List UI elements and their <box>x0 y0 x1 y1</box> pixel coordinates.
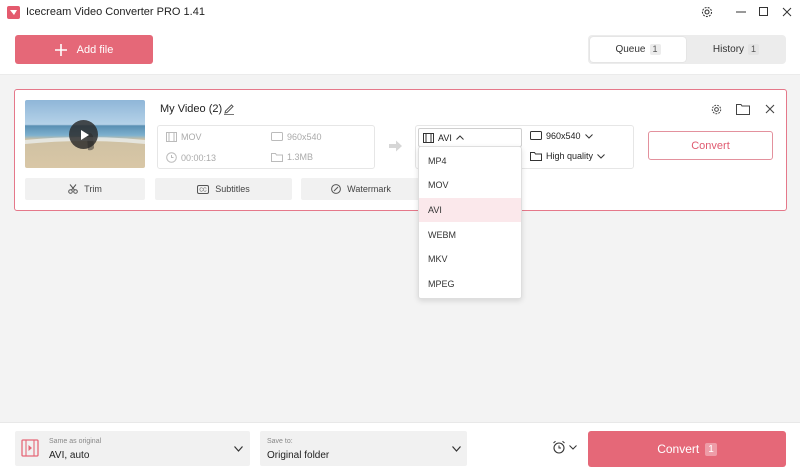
format-option-webm[interactable]: WEBM <box>419 223 521 247</box>
app-logo-icon <box>7 6 20 19</box>
view-tabs: Queue 1 History 1 <box>588 35 786 64</box>
title-bar: Icecream Video Converter PRO 1.41 <box>0 0 800 25</box>
file-card: My Video (2) MOV 960x540 00:00:13 1.3MB … <box>14 89 787 211</box>
scissors-icon <box>68 184 78 194</box>
subtitles-label: Subtitles <box>215 184 250 194</box>
watermark-button[interactable]: Watermark <box>301 178 421 200</box>
close-icon[interactable] <box>762 101 778 117</box>
minimize-icon[interactable] <box>730 3 752 21</box>
format-option-mp4[interactable]: MP4 <box>419 149 521 173</box>
convert-all-label: Convert <box>657 442 700 456</box>
trim-button[interactable]: Trim <box>25 178 145 200</box>
resolution-select[interactable]: 960x540 <box>530 131 593 141</box>
play-icon[interactable] <box>69 120 98 149</box>
subtitles-button[interactable]: CC Subtitles <box>155 178 292 200</box>
toolbar: Add file Queue 1 History 1 <box>0 25 800 75</box>
format-dropdown: MP4 MOV AVI WEBM MKV MPEG <box>418 146 522 299</box>
resolution-value: 960x540 <box>546 131 581 141</box>
source-size: 1.3MB <box>271 152 313 162</box>
film-icon <box>423 132 434 143</box>
quality-value: High quality <box>546 151 594 161</box>
preset-label: Same as original <box>49 438 102 445</box>
close-icon[interactable] <box>776 3 798 21</box>
preset-value: AVI, auto <box>49 450 90 461</box>
tab-history[interactable]: History 1 <box>688 37 784 62</box>
folder-icon <box>271 152 283 162</box>
folder-icon[interactable] <box>735 101 751 117</box>
save-location-select[interactable]: Save to: Original folder <box>260 431 467 466</box>
preset-select[interactable]: Same as original AVI, auto <box>15 431 250 466</box>
tab-history-label: History <box>712 44 745 55</box>
trim-label: Trim <box>84 184 102 194</box>
folder-icon <box>530 151 542 161</box>
clock-icon <box>166 152 177 163</box>
watermark-label: Watermark <box>347 184 391 194</box>
chevron-down-icon <box>452 446 461 452</box>
gear-icon[interactable] <box>696 3 718 21</box>
convert-file-button[interactable]: Convert <box>648 131 773 160</box>
file-name: My Video (2) <box>160 103 223 115</box>
format-option-mpeg[interactable]: MPEG <box>419 272 521 296</box>
pencil-icon[interactable] <box>223 103 235 115</box>
chevron-down-icon <box>584 133 593 139</box>
alarm-icon <box>552 440 566 454</box>
film-icon <box>21 439 39 457</box>
quality-select[interactable]: High quality <box>530 151 605 161</box>
save-value: Original folder <box>267 450 330 461</box>
source-resolution: 960x540 <box>271 132 322 142</box>
format-option-avi[interactable]: AVI <box>419 198 521 222</box>
svg-text:CC: CC <box>200 187 208 193</box>
add-file-button[interactable]: Add file <box>15 35 153 64</box>
subtitles-icon: CC <box>197 184 210 194</box>
chevron-down-icon <box>597 153 605 159</box>
format-select-value: AVI <box>438 132 452 143</box>
schedule-button[interactable] <box>552 440 577 454</box>
plus-icon <box>54 43 67 56</box>
source-info: MOV 960x540 00:00:13 1.3MB <box>157 125 375 169</box>
source-format: MOV <box>166 132 202 142</box>
convert-all-button[interactable]: Convert 1 <box>588 431 786 467</box>
save-label: Save to: <box>267 438 293 445</box>
maximize-icon[interactable] <box>753 3 775 21</box>
chevron-down-icon <box>569 444 577 450</box>
format-option-mov[interactable]: MOV <box>419 173 521 197</box>
add-file-label: Add file <box>76 43 114 56</box>
video-thumbnail[interactable] <box>25 100 145 168</box>
source-duration: 00:00:13 <box>166 152 216 163</box>
arrow-right-icon <box>389 140 403 152</box>
monitor-icon <box>530 131 542 141</box>
chevron-up-icon <box>455 135 464 140</box>
watermark-icon <box>331 184 342 194</box>
chevron-down-icon <box>234 446 243 452</box>
film-icon <box>166 132 177 142</box>
gear-icon[interactable] <box>708 101 724 117</box>
tab-history-count: 1 <box>748 44 760 55</box>
format-select[interactable]: AVI <box>418 128 522 147</box>
tab-queue-count: 1 <box>649 44 661 55</box>
monitor-icon <box>271 132 283 142</box>
convert-count-badge: 1 <box>705 442 717 456</box>
tab-queue[interactable]: Queue 1 <box>590 37 686 62</box>
tab-queue-label: Queue <box>615 44 646 55</box>
app-title: Icecream Video Converter PRO 1.41 <box>26 6 205 18</box>
bottom-bar: Same as original AVI, auto Save to: Orig… <box>0 422 800 474</box>
format-option-mkv[interactable]: MKV <box>419 247 521 271</box>
